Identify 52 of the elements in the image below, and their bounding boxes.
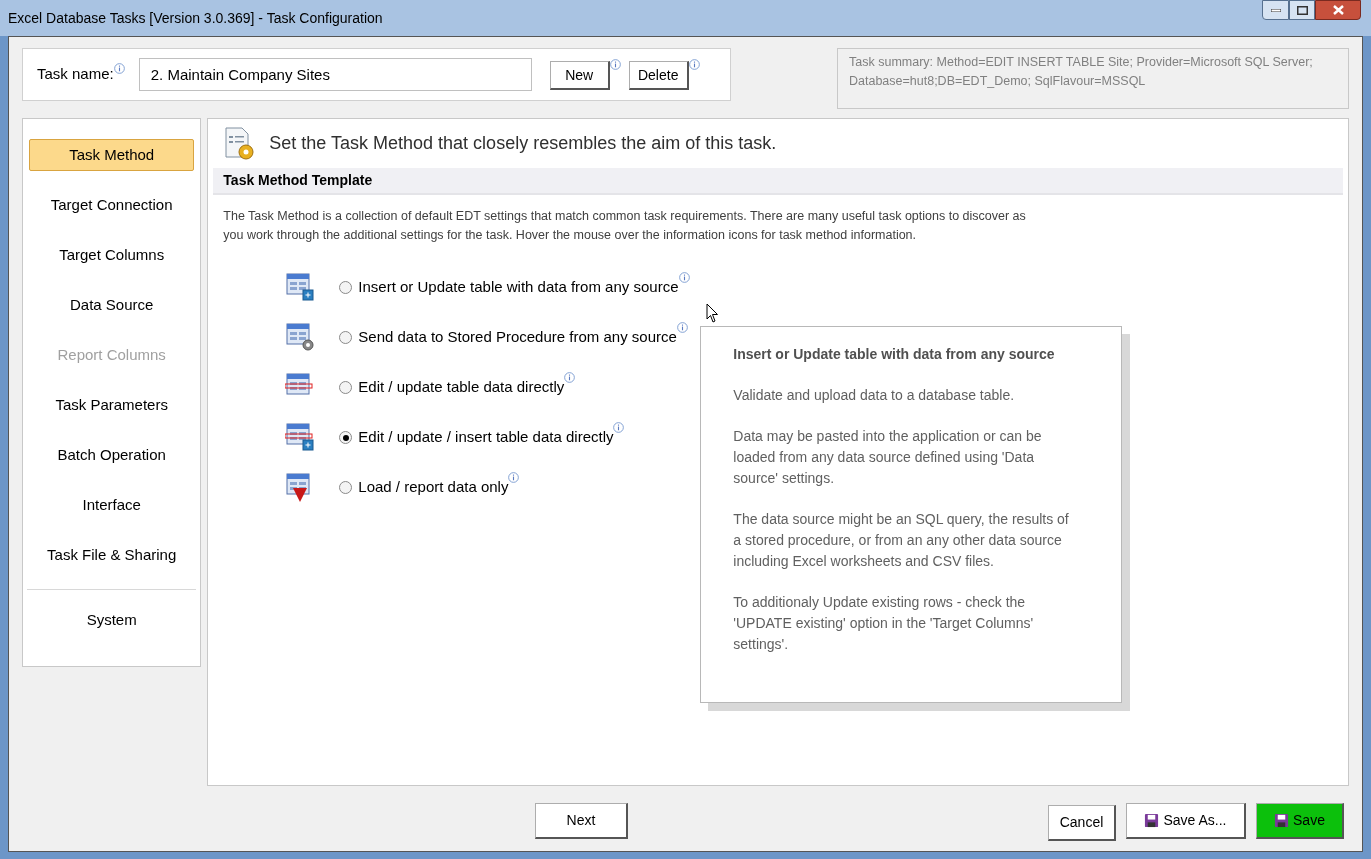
table-edit-plus-icon (285, 422, 316, 453)
option-label[interactable]: Insert or Update table with data from any source (358, 276, 679, 299)
sidebar-item[interactable]: Target Columns (29, 239, 195, 271)
task-name-label: Task name: (37, 64, 114, 85)
new-button[interactable]: New (549, 61, 610, 90)
task-name-field[interactable]: 2. Maintain Company Sites (138, 58, 532, 91)
page-heading: Set the Task Method that closely resembles the aim of this task. (269, 132, 777, 155)
task-summary: Task summary: Method=EDIT INSERT TABLE Site; Provider=Microsoft SQL Server; Database=hut8;DB=EDT_Demo; SqlFlavour=MSSQL (837, 48, 1349, 109)
sidebar-item[interactable]: Target Connection (29, 189, 195, 221)
settings-document-icon (224, 127, 256, 160)
sidebar-item[interactable]: Interface (29, 489, 195, 521)
sidebar-item[interactable]: System (29, 604, 195, 636)
info-icon[interactable] (688, 59, 700, 70)
description-text: The Task Method is a collection of default EDT settings that match common task requirements. There are many useful task options to discover as you work through the additional settings for the task. Hover the mouse over the information icons for task method information. (223, 208, 1027, 244)
tooltip-title: Insert or Update table with data from any source (733, 345, 1056, 364)
save-icon (1144, 813, 1160, 828)
table-gear-icon (285, 322, 316, 353)
radio-button[interactable] (339, 431, 353, 444)
save-as-button[interactable]: Save As... (1126, 803, 1246, 839)
cursor-icon (706, 303, 720, 324)
option-label[interactable]: Send data to Stored Procedure from any source (358, 326, 677, 349)
cancel-button[interactable]: Cancel (1048, 805, 1116, 841)
radio-button[interactable] (339, 381, 353, 394)
maximize-button[interactable] (1289, 0, 1315, 20)
section-title: Task Method Template (223, 171, 373, 190)
tooltip-paragraph: To additionaly Update existing rows - check the 'UPDATE existing' option in the 'Target Columns' settings'. (733, 593, 1035, 654)
radio-button[interactable] (339, 281, 353, 294)
radio-button[interactable] (339, 481, 353, 494)
minimize-button[interactable] (1262, 0, 1289, 20)
radio-button[interactable] (339, 331, 353, 344)
close-button[interactable] (1315, 0, 1361, 20)
table-plus-icon (285, 272, 316, 303)
option-label[interactable]: Edit / update table data directly (358, 376, 565, 399)
sidebar-item[interactable]: Batch Operation (29, 439, 195, 471)
close-icon (1332, 5, 1344, 15)
sidebar-item[interactable]: Task File & Sharing (29, 539, 195, 571)
sidebar-item[interactable]: Data Source (29, 289, 195, 321)
tooltip-paragraph: Validate and upload data to a database table. (733, 386, 1016, 405)
sidebar-item[interactable]: Task Parameters (29, 389, 195, 421)
delete-button[interactable]: Delete (628, 61, 689, 90)
tooltip-paragraph: The data source might be an SQL query, the results of a stored procedure, or from an any other data source including Excel worksheets and CSV files. (733, 510, 1070, 571)
sidebar-item[interactable]: Task Method (29, 139, 195, 171)
info-icon[interactable] (609, 59, 621, 70)
next-button[interactable]: Next (535, 803, 628, 839)
save-icon (1274, 813, 1290, 828)
maximize-icon (1296, 5, 1308, 15)
window-title: Excel Database Tasks [Version 3.0.369] - Task Configuration (8, 8, 383, 28)
save-button[interactable]: Save (1256, 803, 1344, 839)
option-label[interactable]: Edit / update / insert table data directly (358, 426, 614, 449)
minimize-icon (1270, 8, 1281, 12)
option-label[interactable]: Load / report data only (358, 476, 509, 499)
tooltip-paragraph: Data may be pasted into the application or can be loaded from any data source defined using 'Data source' settings. (733, 427, 1043, 488)
